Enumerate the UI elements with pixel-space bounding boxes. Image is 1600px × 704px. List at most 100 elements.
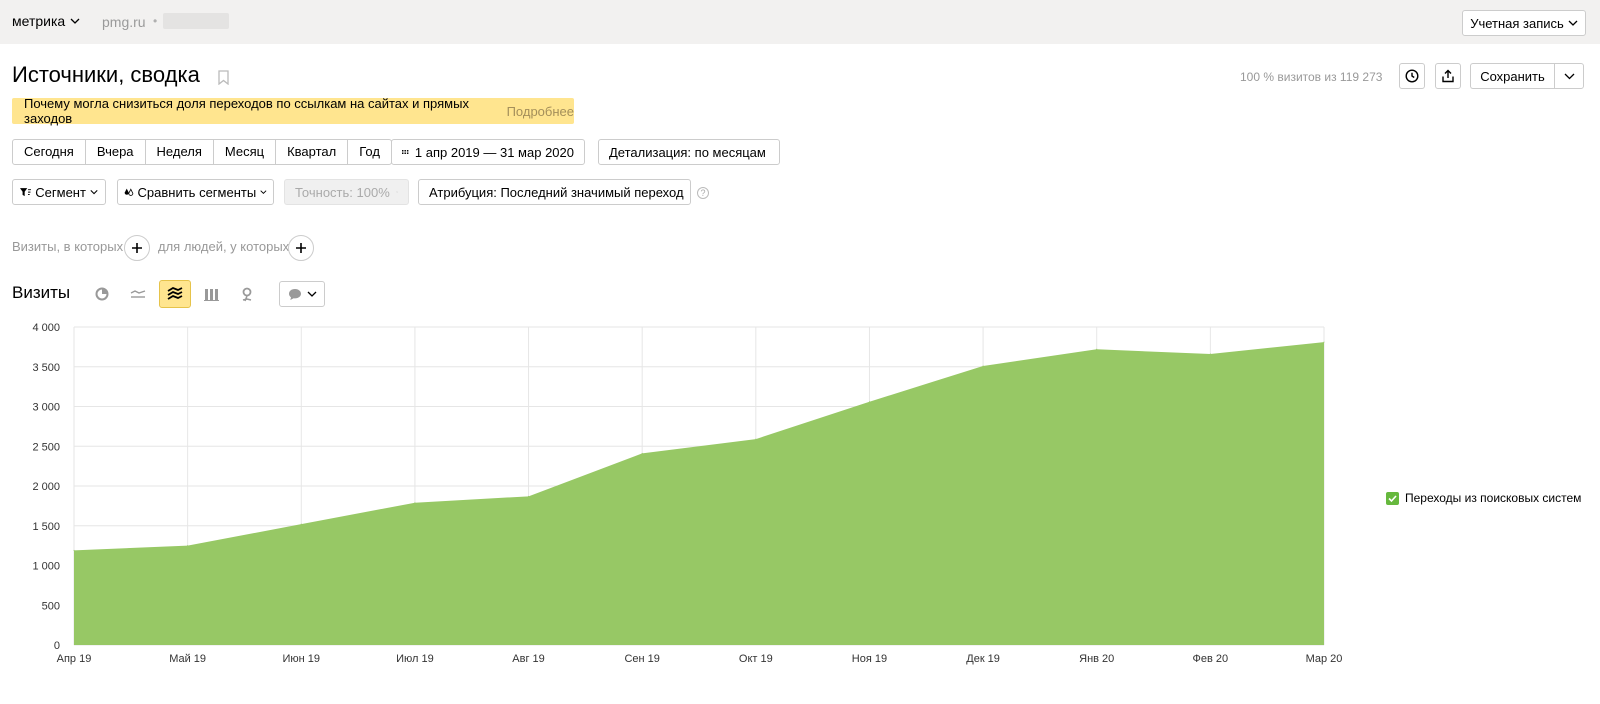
clock-icon <box>1405 69 1419 83</box>
data-point <box>1209 353 1211 355</box>
chart-type-map[interactable] <box>231 280 263 308</box>
attribution-dropdown[interactable]: Атрибуция: Последний значимый переход <box>418 179 691 205</box>
data-point <box>300 523 302 525</box>
detail-dropdown[interactable]: Детализация: по месяцам <box>598 139 780 165</box>
chart-title: Визиты <box>12 283 71 302</box>
y-tick-label: 2 500 <box>32 441 60 453</box>
notice-more-link[interactable]: Подробнее <box>507 104 574 119</box>
logo-text: метрика <box>12 13 66 29</box>
page-title: Источники, сводка <box>12 62 200 87</box>
x-tick-label: Апр 19 <box>57 653 92 665</box>
period-yesterday[interactable]: Вчера <box>86 140 146 164</box>
chart-type-bar[interactable] <box>195 280 227 308</box>
plus-icon <box>296 243 306 253</box>
filter-icon <box>20 187 32 196</box>
x-tick-label: Мар 20 <box>1306 653 1343 665</box>
compare-label: Сравнить сегменты <box>137 184 257 200</box>
bookmark-icon[interactable] <box>218 70 229 85</box>
data-point <box>755 438 757 440</box>
data-point <box>1323 341 1325 343</box>
x-tick-label: Авг 19 <box>512 653 544 665</box>
bar-chart-icon <box>203 289 219 301</box>
legend-item-search-engines[interactable]: Переходы из поисковых систем <box>1386 491 1581 505</box>
detail-label: Детализация: по месяцам <box>609 144 766 160</box>
period-year[interactable]: Год <box>348 140 391 164</box>
chevron-down-icon <box>1568 20 1578 26</box>
chart-type-line[interactable] <box>122 280 154 308</box>
chart-type-stacked-area[interactable] <box>159 280 191 308</box>
chevron-down-icon <box>90 190 98 195</box>
data-point <box>528 495 530 497</box>
top-bar: метрика pmg.ru • Учетная запись <box>0 0 1600 44</box>
data-point <box>73 549 75 551</box>
save-options-button[interactable] <box>1554 63 1584 89</box>
x-tick-label: Ноя 19 <box>852 653 887 665</box>
y-tick-label: 4 000 <box>32 322 60 334</box>
date-range-button[interactable]: 1 апр 2019 — 31 мар 2020 <box>391 139 585 165</box>
x-tick-label: Окт 19 <box>739 653 773 665</box>
checkbox-checked-icon <box>1386 491 1399 505</box>
add-visit-condition-button[interactable] <box>124 235 150 261</box>
stacked-area-icon <box>167 286 183 300</box>
period-month[interactable]: Месяц <box>214 140 277 164</box>
y-tick-label: 500 <box>42 600 60 612</box>
x-tick-label: Янв 20 <box>1079 653 1114 665</box>
y-tick-label: 0 <box>54 640 60 652</box>
segment-button[interactable]: Сегмент <box>12 179 106 205</box>
people-filter-label: для людей, у которых <box>158 239 290 254</box>
y-tick-label: 3 000 <box>32 402 60 414</box>
comments-dropdown[interactable] <box>279 281 325 307</box>
chevron-down-icon <box>70 18 80 24</box>
compare-segments-button[interactable]: Сравнить сегменты <box>117 179 274 205</box>
chart-type-pie[interactable] <box>86 280 118 308</box>
segment-label: Сегмент <box>35 184 86 200</box>
x-tick-label: Май 19 <box>169 653 206 665</box>
chevron-down-icon <box>260 190 267 194</box>
service-switcher[interactable]: метрика <box>12 13 80 29</box>
pie-chart-icon <box>95 287 109 301</box>
period-selector: Сегодня Вчера Неделя Месяц Квартал Год <box>12 139 392 165</box>
x-tick-label: Июн 19 <box>283 653 321 665</box>
history-button[interactable] <box>1399 63 1425 89</box>
data-point <box>868 401 870 403</box>
data-point <box>641 452 643 454</box>
x-tick-label: Сен 19 <box>624 653 659 665</box>
period-quarter[interactable]: Квартал <box>276 140 349 164</box>
help-icon[interactable]: ? <box>697 187 709 199</box>
account-button[interactable]: Учетная запись <box>1462 10 1586 36</box>
site-separator: • <box>153 14 158 28</box>
account-label: Учетная запись <box>1470 15 1564 31</box>
period-today[interactable]: Сегодня <box>13 140 86 164</box>
share-icon <box>1442 69 1454 83</box>
date-range-label: 1 апр 2019 — 31 мар 2020 <box>414 144 574 160</box>
y-tick-label: 1 500 <box>32 521 60 533</box>
visits-share: 100 % визитов из 119 273 <box>1240 70 1383 84</box>
plus-icon <box>132 243 142 253</box>
site-name[interactable]: pmg.ru <box>102 14 146 30</box>
line-chart-icon <box>130 290 146 298</box>
save-button[interactable]: Сохранить <box>1470 63 1554 89</box>
x-tick-label: Фев 20 <box>1193 653 1229 665</box>
map-icon <box>242 287 252 301</box>
chevron-down-icon <box>1564 73 1574 79</box>
chevron-down-icon <box>395 191 398 193</box>
x-tick-label: Июл 19 <box>396 653 434 665</box>
period-week[interactable]: Неделя <box>146 140 214 164</box>
data-point <box>187 545 189 547</box>
export-button[interactable] <box>1435 63 1461 89</box>
accuracy-dropdown[interactable]: Точность: 100% <box>284 179 409 205</box>
attribution-label: Атрибуция: Последний значимый переход <box>429 184 684 200</box>
data-point <box>1096 348 1098 350</box>
counter-id-hidden <box>163 13 229 29</box>
notice-text: Почему могла снизиться доля переходов по… <box>24 96 469 126</box>
data-point <box>982 365 984 367</box>
speech-bubble-icon <box>288 288 301 300</box>
data-point <box>414 502 416 504</box>
visits-filter-label: Визиты, в которых <box>12 239 124 254</box>
y-tick-label: 2 000 <box>32 481 60 493</box>
x-tick-label: Дек 19 <box>966 653 1000 665</box>
add-people-condition-button[interactable] <box>288 235 314 261</box>
series-area-search-engines <box>74 342 1324 645</box>
legend-label: Переходы из поисковых систем <box>1405 491 1582 505</box>
chevron-down-icon <box>307 291 316 297</box>
